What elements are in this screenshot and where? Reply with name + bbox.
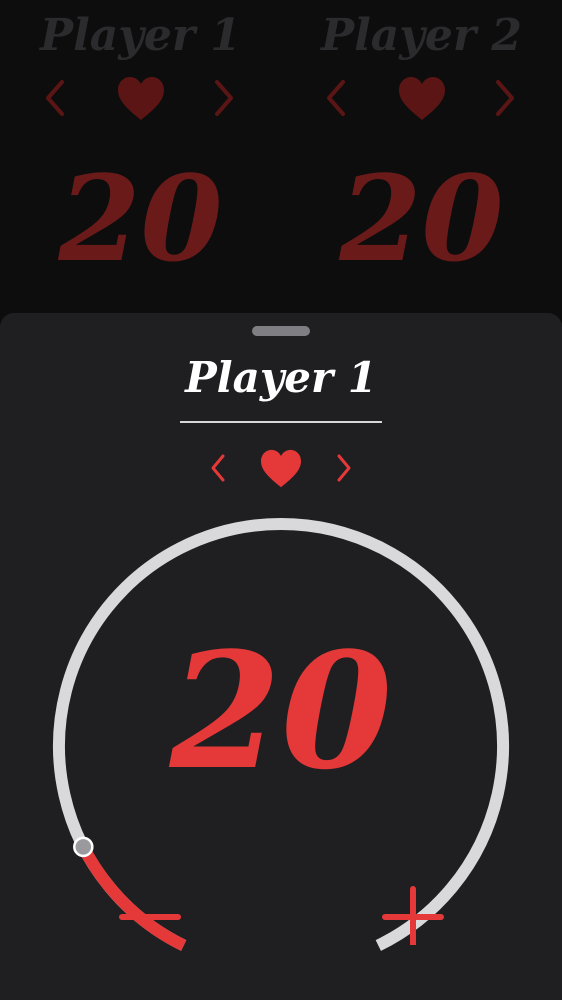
plus-icon[interactable] (380, 885, 450, 945)
background-player-1-selector (0, 74, 281, 122)
life-total: 20 (169, 617, 393, 805)
background-player-2[interactable]: Player 2 20 (281, 0, 562, 320)
background-player-1-name: Player 1 (40, 10, 241, 61)
chevron-right-icon[interactable] (490, 78, 520, 118)
chevron-left-icon[interactable] (40, 78, 70, 118)
minus-icon[interactable] (116, 885, 186, 945)
background-player-2-life: 20 (339, 149, 504, 288)
background-player-2-selector (281, 74, 562, 122)
background-player-2-name: Player 2 (321, 10, 522, 61)
dial-knob[interactable] (73, 836, 94, 858)
chevron-right-icon[interactable] (209, 78, 239, 118)
player-bottom-sheet: Player 1 20 (0, 313, 562, 1000)
heart-icon (117, 77, 164, 120)
heart-icon (398, 77, 445, 120)
background-player-panels: Player 1 20 Player 2 20 (0, 0, 562, 320)
background-player-1-life: 20 (58, 149, 223, 288)
chevron-left-icon[interactable] (321, 78, 351, 118)
background-player-1[interactable]: Player 1 20 (0, 0, 281, 320)
